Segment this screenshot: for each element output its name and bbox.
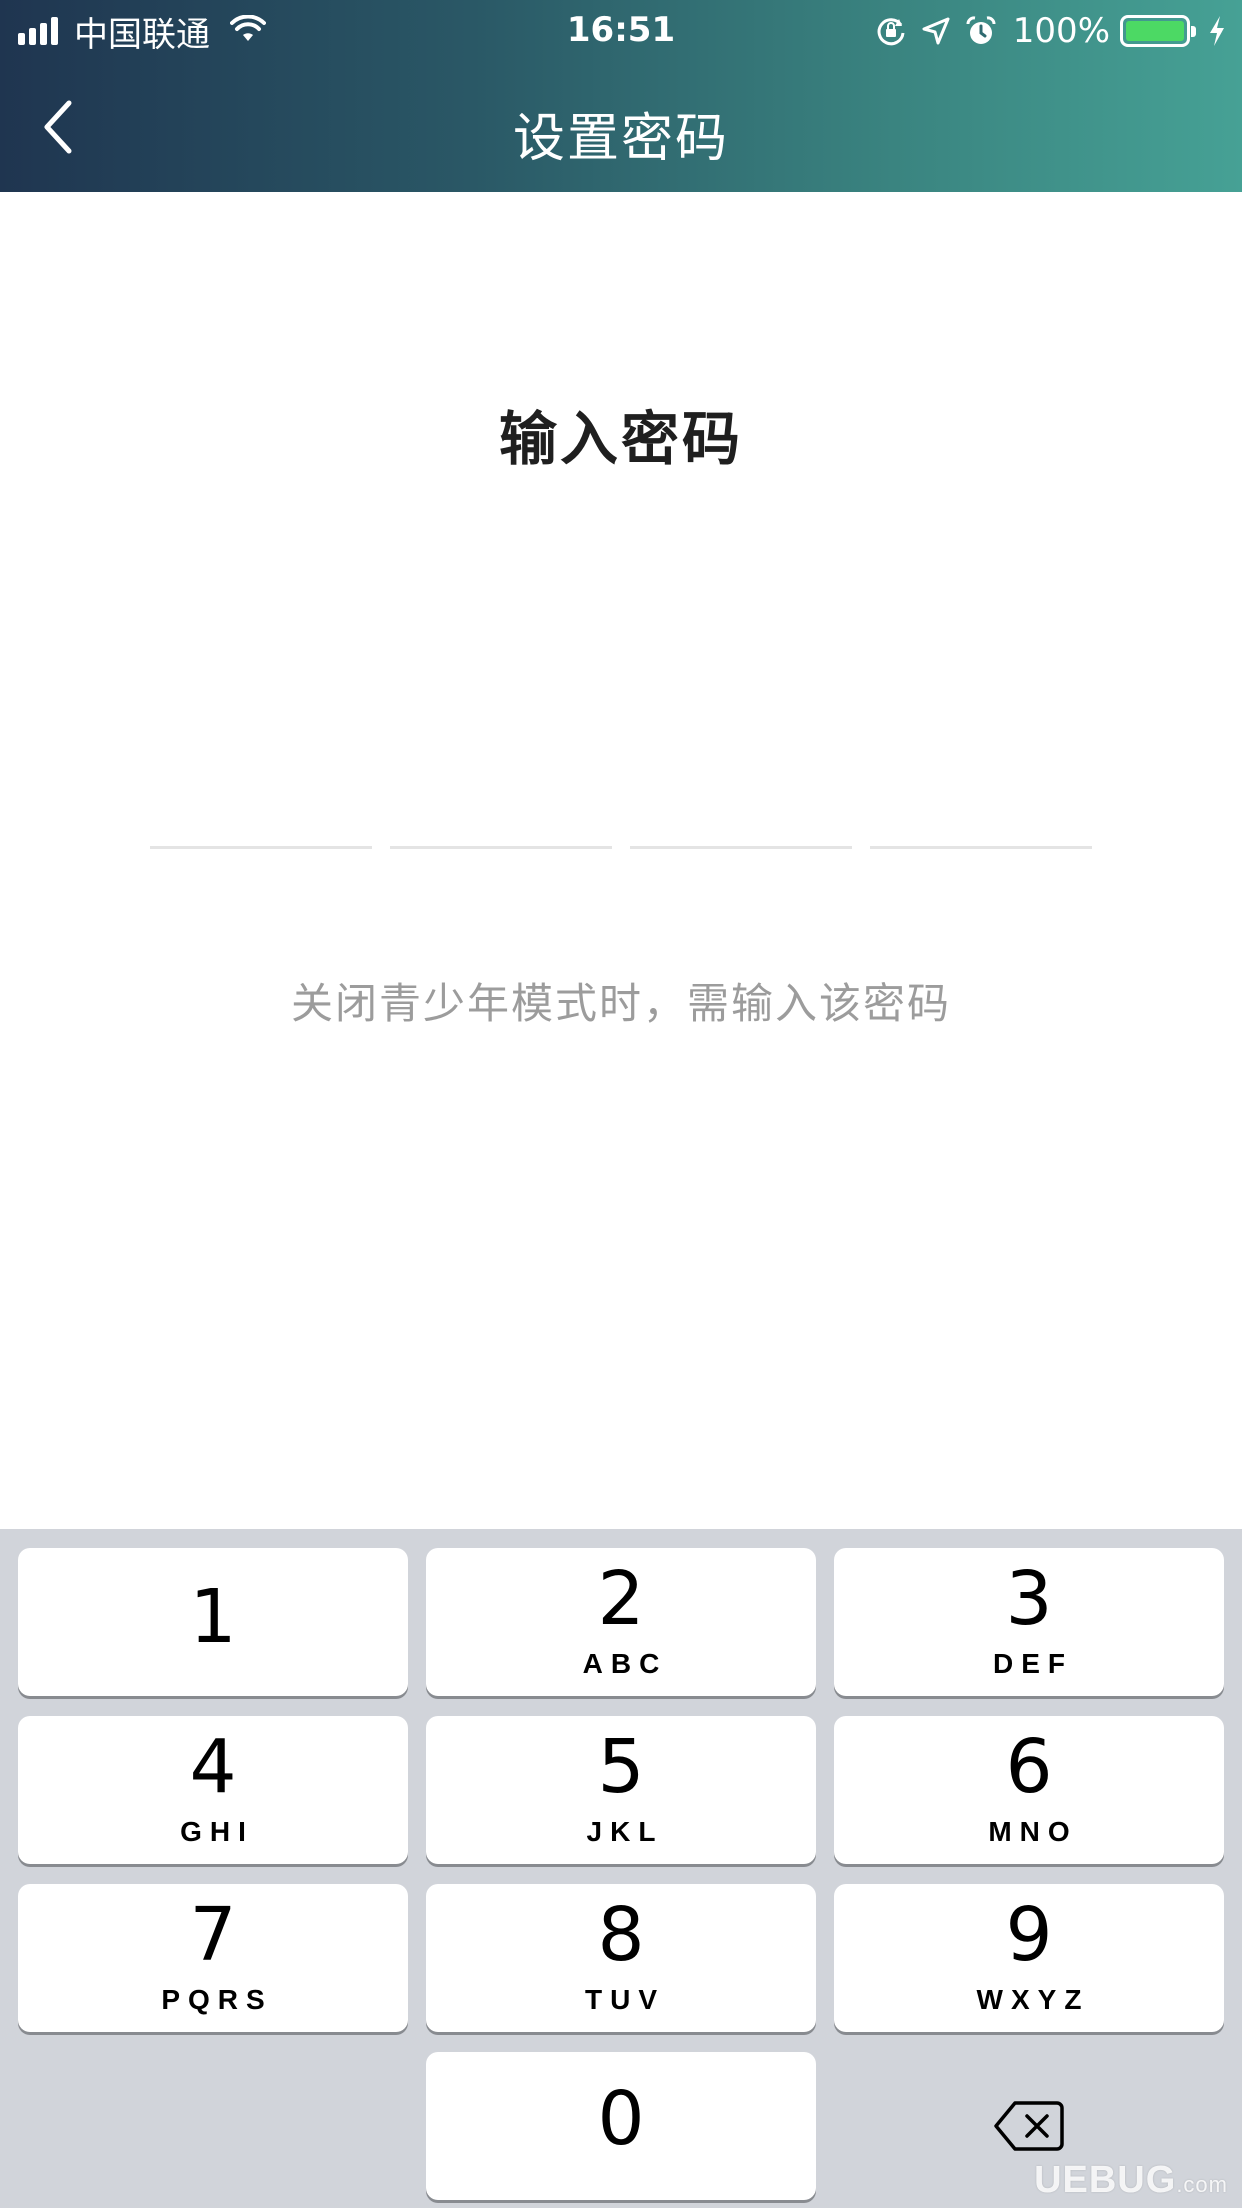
key-letters: TUV [585,1984,665,2015]
key-letters: PQRS [161,1984,273,2015]
key-9[interactable]: 9 WXYZ [834,1884,1224,2032]
nav-bar: 设置密码 [0,62,1242,192]
key-letters: JKL [586,1816,664,1847]
key-1[interactable]: 1 [18,1548,408,1696]
pin-slot-1 [150,846,372,849]
key-letters: DEF [993,1648,1073,1679]
key-digit: 0 [597,2076,645,2162]
key-digit: 8 [597,1892,645,1978]
status-right: 100% [861,8,1226,54]
status-bar: 中国联通 16:51 100% [0,0,1242,62]
battery-level [1126,21,1184,41]
numeric-keypad: 1 2 ABC 3 DEF 4 GHI 5 JKL 6 MNO 7 PQRS 8… [0,1529,1242,2208]
watermark-suffix: .com [1176,2172,1228,2197]
key-7[interactable]: 7 PQRS [18,1884,408,2032]
key-digit: 6 [1005,1724,1053,1810]
pin-slot-3 [630,846,852,849]
key-digit: 1 [189,1574,237,1660]
pin-slot-2 [390,846,612,849]
password-hint: 关闭青少年模式时，需输入该密码 [290,979,951,1028]
key-6[interactable]: 6 MNO [834,1716,1224,1864]
orientation-lock-icon [875,15,907,47]
key-letters: WXYZ [976,1984,1090,2015]
charging-icon [1208,15,1226,47]
pin-slot-4 [870,846,1092,849]
key-digit: 9 [1005,1892,1053,1978]
key-letters: ABC [582,1648,668,1679]
key-letters: GHI [180,1816,254,1847]
key-letters: MNO [988,1816,1078,1847]
key-5[interactable]: 5 JKL [426,1716,816,1864]
key-0[interactable]: 0 [426,2052,816,2200]
alarm-icon [965,15,997,47]
key-8[interactable]: 8 TUV [426,1884,816,2032]
key-digit: 3 [1005,1556,1053,1642]
key-digit: 5 [597,1724,645,1810]
location-icon [921,16,951,46]
battery-percent: 100% [1012,11,1110,51]
battery-icon [1120,15,1196,47]
key-3[interactable]: 3 DEF [834,1548,1224,1696]
key-digit: 2 [597,1556,645,1642]
watermark-text: UEBUG [1034,2159,1177,2201]
watermark-logo: UEBUG.com [1034,2159,1228,2202]
key-digit: 7 [189,1892,237,1978]
backspace-icon [994,2101,1064,2151]
key-4[interactable]: 4 GHI [18,1716,408,1864]
app-header: 中国联通 16:51 100% 设置密码 [0,0,1242,192]
page-title: 设置密码 [512,109,729,169]
key-2[interactable]: 2 ABC [426,1548,816,1696]
pin-input[interactable] [150,846,1092,850]
enter-password-heading: 输入密码 [498,405,743,473]
key-digit: 4 [189,1724,237,1810]
